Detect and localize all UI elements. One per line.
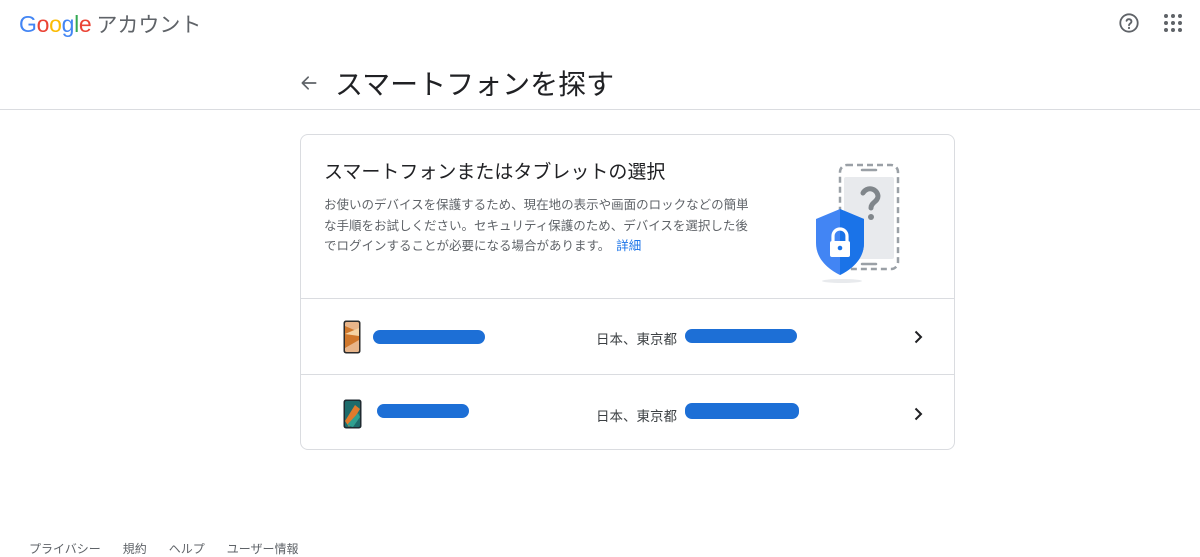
product-name: アカウント	[96, 13, 202, 37]
arrow-left-icon[interactable]	[296, 70, 322, 96]
footer-link-about[interactable]: ユーザー情報	[227, 540, 299, 557]
page-header: スマートフォンを探す	[0, 48, 1200, 110]
footer-link-terms[interactable]: 規約	[123, 540, 147, 557]
redacted-location-detail	[685, 403, 799, 419]
phone-thumbnail-icon	[343, 320, 361, 354]
apps-grid-icon[interactable]	[1159, 9, 1187, 37]
footer-link-help[interactable]: ヘルプ	[169, 540, 205, 557]
top-bar: Google アカウント	[0, 0, 1200, 48]
tablet-thumbnail-icon	[343, 399, 362, 429]
logo-letter: e	[78, 11, 92, 37]
logo-letter: G	[19, 11, 37, 37]
google-wordmark: Google	[19, 11, 92, 38]
google-account-logo[interactable]: Google アカウント	[19, 9, 201, 39]
learn-more-link[interactable]: 詳細	[616, 238, 641, 253]
device-selection-card: スマートフォンまたはタブレットの選択 お使いのデバイスを保護するため、現在地の表…	[300, 134, 955, 450]
card-title: スマートフォンまたはタブレットの選択	[324, 161, 666, 183]
footer: プライバシー 規約 ヘルプ ユーザー情報	[29, 540, 321, 557]
footer-link-privacy[interactable]: プライバシー	[29, 540, 101, 557]
logo-letter: g	[61, 11, 75, 37]
redacted-location-detail	[685, 329, 797, 343]
logo-letter: o	[49, 11, 62, 37]
redacted-device-name	[373, 330, 485, 344]
card-intro: スマートフォンまたはタブレットの選択 お使いのデバイスを保護するため、現在地の表…	[301, 135, 954, 299]
logo-letter: o	[36, 11, 50, 37]
device-row[interactable]: 日本、東京都	[301, 376, 954, 449]
description-text: お使いのデバイスを保護するため、現在地の表示や画面のロックなどの簡単な手順をお試…	[324, 197, 749, 253]
chevron-right-icon[interactable]	[907, 326, 929, 348]
device-row[interactable]: 日本、東京都	[301, 299, 954, 375]
card-description: お使いのデバイスを保護するため、現在地の表示や画面のロックなどの簡単な手順をお試…	[324, 195, 754, 257]
phone-with-shield-lock-icon	[806, 157, 916, 285]
device-location: 日本、東京都	[596, 409, 677, 425]
device-location: 日本、東京都	[596, 332, 677, 348]
chevron-right-icon[interactable]	[907, 403, 929, 425]
page-title: スマートフォンを探す	[335, 68, 615, 101]
help-icon[interactable]	[1115, 9, 1143, 37]
redacted-device-name	[377, 404, 469, 418]
